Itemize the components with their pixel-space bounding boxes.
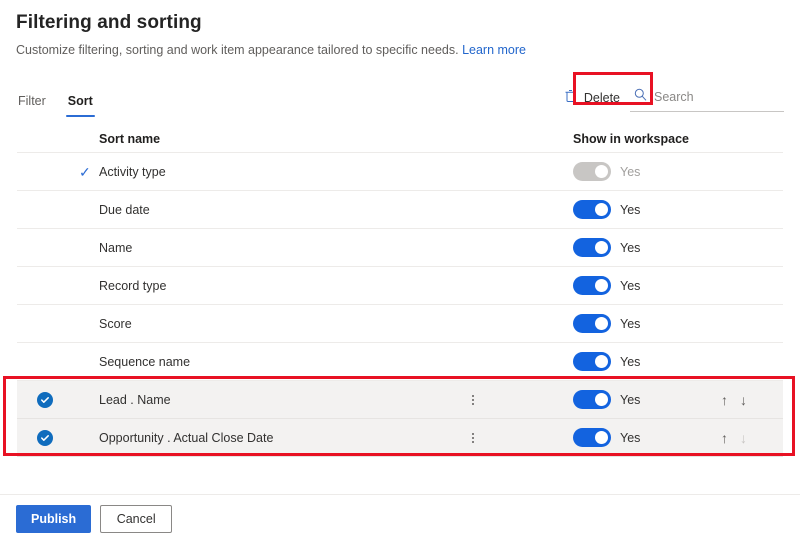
show-in-workspace-toggle[interactable] bbox=[573, 390, 611, 409]
row-name-cell: Name bbox=[99, 241, 443, 255]
row-name-cell: Record type bbox=[99, 279, 443, 293]
row-name-cell: Activity type bbox=[99, 165, 443, 179]
row-checkbox-checked[interactable] bbox=[37, 391, 53, 408]
table-row[interactable]: ✓ Activity type Yes bbox=[17, 153, 783, 191]
sort-table: Sort name Show in workspace ✓ Activity ty… bbox=[0, 125, 800, 457]
row-more-cell bbox=[443, 392, 573, 408]
more-options-icon[interactable] bbox=[465, 392, 481, 408]
row-name-label: Sequence name bbox=[99, 354, 191, 369]
toggle-state-label: Yes bbox=[620, 202, 641, 217]
row-toggle-cell: Yes bbox=[573, 162, 721, 181]
page-subtitle: Customize filtering, sorting and work it… bbox=[16, 42, 784, 59]
row-name-label: Opportunity . Actual Close Date bbox=[99, 430, 274, 445]
table-row[interactable]: Score Yes bbox=[17, 305, 783, 343]
row-toggle-cell: Yes bbox=[573, 276, 721, 295]
trash-icon bbox=[564, 89, 577, 106]
row-reorder-cell: ↑ ↓ bbox=[721, 431, 783, 445]
page-subtitle-text: Customize filtering, sorting and work it… bbox=[16, 43, 459, 57]
row-name-cell: Opportunity . Actual Close Date bbox=[99, 431, 443, 445]
publish-button[interactable]: Publish bbox=[16, 505, 92, 533]
show-in-workspace-toggle[interactable] bbox=[573, 276, 611, 295]
show-in-workspace-toggle[interactable] bbox=[573, 314, 611, 333]
show-in-workspace-toggle[interactable] bbox=[573, 352, 611, 371]
row-name-cell: Due date bbox=[99, 203, 443, 217]
row-toggle-cell: Yes bbox=[573, 314, 721, 333]
search-input[interactable] bbox=[654, 90, 782, 104]
show-in-workspace-toggle bbox=[573, 162, 611, 181]
table-row[interactable]: Sequence name Yes bbox=[17, 343, 783, 381]
toggle-state-label: Yes bbox=[620, 164, 641, 179]
search-icon bbox=[634, 88, 647, 106]
command-bar: Filter Sort Delete bbox=[0, 79, 800, 117]
row-checkbox-checked[interactable] bbox=[37, 429, 53, 446]
row-name-label: Activity type bbox=[99, 164, 166, 179]
more-options-icon[interactable] bbox=[465, 430, 481, 446]
row-name-label: Lead . Name bbox=[99, 392, 171, 407]
row-more-cell bbox=[443, 430, 573, 446]
check-icon: ✓ bbox=[79, 163, 91, 180]
row-toggle-cell: Yes bbox=[573, 238, 721, 257]
toggle-state-label: Yes bbox=[620, 240, 641, 255]
show-in-workspace-toggle[interactable] bbox=[573, 428, 611, 447]
toggle-state-label: Yes bbox=[620, 392, 641, 407]
table-row[interactable]: Record type Yes bbox=[17, 267, 783, 305]
header-cell-sort-name: Sort name bbox=[99, 131, 161, 146]
row-toggle-cell: Yes bbox=[573, 390, 721, 409]
row-name-cell: Lead . Name bbox=[99, 393, 443, 407]
move-up-icon[interactable]: ↑ bbox=[721, 431, 728, 445]
row-reorder-cell: ↑ ↓ bbox=[721, 393, 783, 407]
search-box[interactable] bbox=[630, 84, 784, 112]
page-title: Filtering and sorting bbox=[16, 12, 202, 33]
row-toggle-cell: Yes bbox=[573, 428, 721, 447]
table-body: ✓ Activity type Yes Due date Yes Name Yes Recor… bbox=[17, 153, 783, 457]
tab-list: Filter Sort bbox=[16, 79, 95, 117]
table-header-row: Sort name Show in workspace bbox=[17, 125, 783, 153]
move-down-icon[interactable]: ↓ bbox=[740, 393, 747, 407]
row-select-cell bbox=[17, 391, 99, 408]
move-up-icon[interactable]: ↑ bbox=[721, 393, 728, 407]
footer-actions: Publish Cancel bbox=[0, 494, 800, 543]
toggle-state-label: Yes bbox=[620, 354, 641, 369]
cancel-button[interactable]: Cancel bbox=[100, 505, 173, 533]
row-name-cell: Score bbox=[99, 317, 443, 331]
row-name-label: Name bbox=[99, 240, 133, 255]
row-name-label: Record type bbox=[99, 278, 167, 293]
delete-button[interactable]: Delete bbox=[556, 84, 630, 111]
row-name-label: Score bbox=[99, 316, 132, 331]
table-row[interactable]: Lead . Name Yes ↑ ↓ bbox=[17, 381, 783, 419]
row-toggle-cell: Yes bbox=[573, 200, 721, 219]
tab-sort[interactable]: Sort bbox=[65, 93, 95, 117]
command-bar-actions: Delete bbox=[556, 84, 784, 117]
show-in-workspace-toggle[interactable] bbox=[573, 238, 611, 257]
show-in-workspace-toggle[interactable] bbox=[573, 200, 611, 219]
page-header: Filtering and sorting Customize filterin… bbox=[0, 0, 800, 59]
delete-button-label: Delete bbox=[583, 90, 620, 105]
toggle-state-label: Yes bbox=[620, 430, 641, 445]
learn-more-link[interactable]: Learn more bbox=[462, 43, 526, 57]
row-select-cell bbox=[17, 429, 99, 446]
row-select-cell: ✓ bbox=[17, 165, 99, 179]
header-cell-show-in-workspace: Show in workspace bbox=[573, 131, 690, 146]
toggle-state-label: Yes bbox=[620, 278, 641, 293]
row-toggle-cell: Yes bbox=[573, 352, 721, 371]
tab-filter[interactable]: Filter bbox=[16, 93, 48, 117]
toggle-state-label: Yes bbox=[620, 316, 641, 331]
table-row[interactable]: Name Yes bbox=[17, 229, 783, 267]
row-name-cell: Sequence name bbox=[99, 355, 443, 369]
table-row[interactable]: Due date Yes bbox=[17, 191, 783, 229]
row-name-label: Due date bbox=[99, 202, 150, 217]
table-row[interactable]: Opportunity . Actual Close Date Yes ↑ ↓ bbox=[17, 419, 783, 457]
move-down-icon: ↓ bbox=[740, 429, 747, 446]
